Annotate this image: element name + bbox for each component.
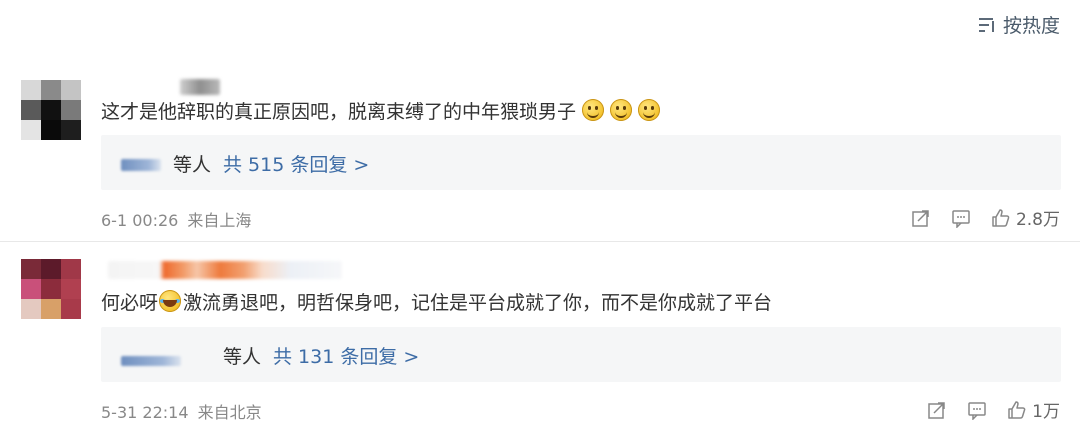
comment-icon[interactable]: [951, 208, 971, 228]
replies-box[interactable]: 等人共 131 条回复 >: [101, 327, 1061, 382]
comment-time: 6-1 00:26: [101, 211, 179, 230]
avatar[interactable]: [21, 80, 81, 140]
like-count: 1万: [1032, 402, 1060, 422]
reply-user-blurred: [121, 159, 161, 171]
replies-count[interactable]: 共 131 条回复 >: [273, 346, 419, 368]
comment-meta: 6-1 00:26 来自上海: [101, 207, 251, 231]
comment-actions: 2.8万: [911, 205, 1060, 230]
thumbs-up-icon: [1008, 400, 1026, 419]
laugh-cry-emoji-icon: [159, 290, 182, 312]
sort-by-heat-button[interactable]: 按热度: [977, 11, 1060, 38]
replies-box[interactable]: 等人共 515 条回复 >: [101, 135, 1061, 190]
comment-location: 来自北京: [197, 403, 262, 422]
comment-body-end: 激流勇退吧，明哲保身吧，记住是平台成就了你，而不是你成就了平台: [183, 291, 773, 314]
comment-divider: [0, 241, 1080, 242]
replies-link[interactable]: 等人共 131 条回复 >: [223, 342, 419, 369]
username-blurred[interactable]: [108, 261, 342, 279]
comment-location: 来自上海: [187, 211, 252, 230]
comment-time: 5-31 22:14: [101, 403, 189, 422]
replies-suffix: 等人: [173, 154, 212, 176]
username-blurred[interactable]: [180, 79, 220, 95]
smile-emoji-icon: [638, 99, 661, 121]
avatar[interactable]: [21, 259, 81, 319]
smile-emoji-icon: [610, 99, 633, 121]
comment-body-start: 何必呀: [101, 291, 159, 314]
comment-meta: 5-31 22:14 来自北京: [101, 399, 262, 423]
share-icon[interactable]: [911, 208, 931, 228]
replies-link[interactable]: 等人共 515 条回复 >: [173, 150, 369, 177]
sort-label: 按热度: [1002, 15, 1060, 37]
replies-count[interactable]: 共 515 条回复 >: [223, 154, 369, 176]
like-button[interactable]: 1万: [1007, 397, 1060, 422]
smile-emoji-icon: [582, 99, 605, 121]
comment-icon[interactable]: [967, 400, 987, 420]
reply-user-blurred: [121, 356, 181, 366]
comment-text: 何必呀 激流勇退吧，明哲保身吧，记住是平台成就了你，而不是你成就了平台: [101, 288, 772, 314]
like-count: 2.8万: [1015, 210, 1060, 230]
comment-body: 这才是他辞职的真正原因吧，脱离束缚了的中年猥琐男子: [101, 100, 577, 123]
like-button[interactable]: 2.8万: [991, 205, 1060, 230]
comment-text: 这才是他辞职的真正原因吧，脱离束缚了的中年猥琐男子: [101, 97, 661, 123]
comment-actions: 1万: [927, 397, 1060, 422]
thumbs-up-icon: [992, 208, 1010, 227]
sort-lines-icon: [978, 17, 994, 32]
replies-suffix: 等人: [223, 346, 262, 368]
share-icon[interactable]: [927, 400, 947, 420]
